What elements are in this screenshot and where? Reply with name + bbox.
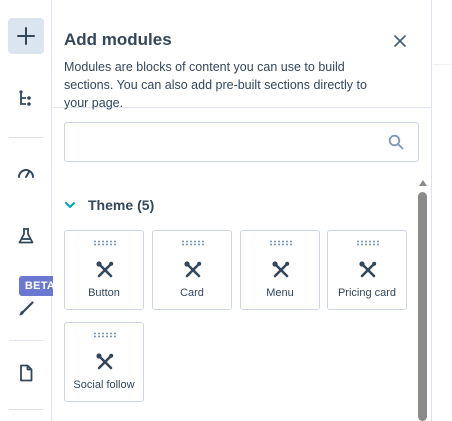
module-card-pricing-card[interactable]: Pricing card	[327, 230, 407, 310]
search-icon[interactable]	[388, 134, 404, 150]
module-label: Button	[88, 287, 120, 299]
theme-section-toggle[interactable]: Theme (5)	[64, 196, 154, 214]
rail-divider	[9, 137, 43, 138]
drag-handle-icon	[93, 240, 117, 246]
section-label: Theme	[88, 197, 134, 213]
add-icon	[17, 27, 35, 45]
left-rail: BETA	[0, 0, 61, 421]
search-input[interactable]	[65, 123, 375, 161]
gauge-icon	[18, 169, 34, 178]
module-card-card[interactable]: Card	[152, 230, 232, 310]
app-root: BETA Add modules Modules are blocks of c…	[0, 0, 452, 421]
search-field[interactable]	[64, 122, 419, 162]
module-label: Menu	[266, 287, 294, 299]
panel-header: Add modules Modules are blocks of conten…	[53, 0, 432, 110]
add-modules-panel: Add modules Modules are blocks of conten…	[53, 0, 432, 421]
wrench-screwdriver-icon	[359, 261, 377, 278]
wrench-screwdriver-icon	[184, 261, 202, 278]
close-icon	[394, 35, 406, 47]
drag-handle-icon	[356, 240, 380, 246]
close-button[interactable]	[389, 30, 411, 52]
document-icon	[20, 364, 33, 382]
rail-divider	[9, 340, 43, 341]
layers-button[interactable]	[8, 81, 44, 117]
wrench-screwdriver-icon	[96, 353, 114, 370]
module-label: Card	[180, 287, 204, 299]
drag-handle-icon	[93, 332, 117, 338]
module-card-menu[interactable]: Menu	[240, 230, 320, 310]
drag-handle-icon	[269, 240, 293, 246]
brush-icon	[19, 301, 34, 316]
module-label: Social follow	[73, 379, 135, 391]
beaker-icon	[18, 228, 34, 244]
test-button[interactable]	[8, 218, 44, 254]
rail-divider	[9, 409, 43, 410]
section-count: (5)	[137, 197, 155, 213]
pages-button[interactable]	[8, 355, 44, 391]
panel-title: Add modules	[64, 30, 172, 49]
scrollbar-thumb[interactable]	[418, 192, 427, 421]
design-button[interactable]	[8, 291, 44, 327]
module-label: Pricing card	[337, 287, 397, 299]
page-canvas-edge	[433, 0, 452, 421]
canvas-divider	[433, 64, 452, 65]
chevron-down-icon	[65, 202, 75, 208]
wrench-screwdriver-icon	[272, 261, 290, 278]
scroll-up-arrow[interactable]	[417, 177, 429, 189]
panel-description: Modules are blocks of content you can us…	[64, 60, 367, 110]
caret-up-icon	[419, 180, 427, 186]
drag-handle-icon	[181, 240, 205, 246]
layers-tree-icon	[19, 90, 31, 106]
add-button[interactable]	[8, 18, 44, 54]
wrench-screwdriver-icon	[96, 261, 114, 278]
module-card-button[interactable]: Button	[64, 230, 144, 310]
performance-button[interactable]	[8, 155, 44, 191]
module-card-social-follow[interactable]: Social follow	[64, 322, 144, 402]
